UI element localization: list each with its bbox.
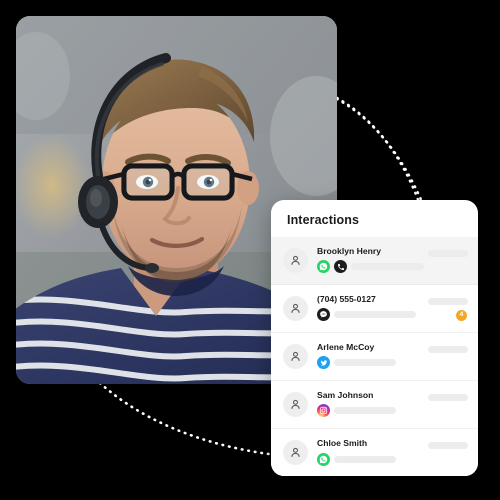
contact-name: Arlene McCoy [317,341,375,352]
row-channels [317,452,424,466]
row-channels [317,308,424,321]
contact-name: Sam Johnson [317,389,374,400]
avatar [283,247,308,273]
message-preview-skeleton [334,407,396,414]
whatsapp-icon[interactable] [317,260,330,273]
row-meta [424,333,468,380]
row-main: Chloe Smith [317,438,424,466]
table-row[interactable]: Arlene McCoy [271,332,478,381]
interactions-card: Interactions Brooklyn Henry (704) 555-01… [271,200,478,476]
table-row[interactable]: Sam Johnson [271,380,478,429]
status-badge: 4 [456,309,467,321]
avatar [283,391,308,417]
row-main: Brooklyn Henry [317,245,424,273]
contact-name: Brooklyn Henry [317,245,381,256]
card-header: Interactions [271,200,478,237]
avatar [283,440,308,465]
row-main: Sam Johnson [317,389,424,417]
row-channels [317,356,424,369]
row-meta [424,237,468,284]
timestamp-skeleton [428,393,468,401]
twitter-icon[interactable] [317,356,330,369]
row-channels [317,260,424,273]
call-icon[interactable] [334,260,347,273]
message-preview-skeleton [351,263,424,270]
row-channels [317,404,424,417]
table-row[interactable]: Brooklyn Henry [271,236,478,285]
avatar [283,295,308,321]
row-meta [424,429,468,477]
page-title: Interactions [287,213,360,227]
whatsapp-icon[interactable] [317,452,330,466]
row-meta: 4 [424,285,468,332]
message-preview-skeleton [334,359,396,366]
avatar [283,343,308,369]
timestamp-skeleton [428,345,468,353]
chat-icon[interactable] [317,308,330,321]
table-row[interactable]: Chloe Smith [271,428,478,477]
message-preview-skeleton [334,311,416,318]
row-main: Arlene McCoy [317,341,424,369]
table-row[interactable]: (704) 555-0127 4 [271,284,478,333]
timestamp-skeleton [428,441,468,449]
instagram-icon[interactable] [317,404,330,417]
timestamp-skeleton [428,297,468,305]
contact-name: Chloe Smith [317,438,368,449]
screenshot-root: Interactions Brooklyn Henry (704) 555-01… [0,0,500,500]
row-main: (704) 555-0127 [317,293,424,321]
row-meta [424,381,468,428]
interactions-list: Brooklyn Henry (704) 555-0127 4 Arlene M… [271,236,478,477]
message-preview-skeleton [334,455,396,463]
timestamp-skeleton [428,249,468,257]
contact-name: (704) 555-0127 [317,293,376,304]
